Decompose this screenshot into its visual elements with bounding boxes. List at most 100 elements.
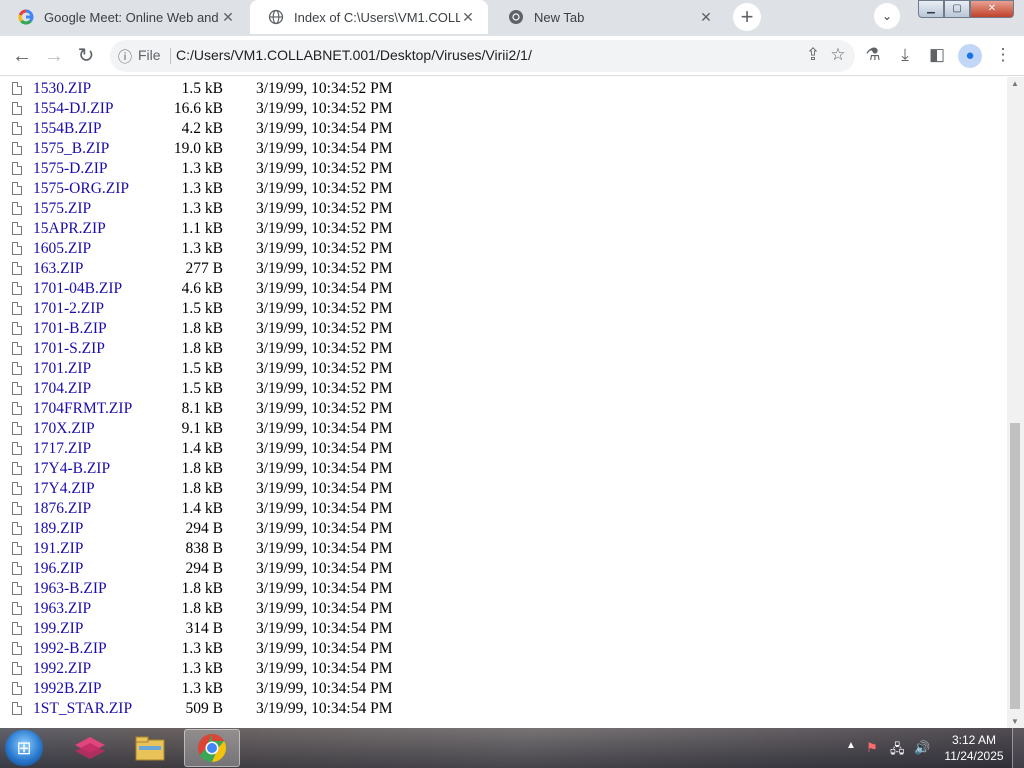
file-link[interactable]: 1992B.ZIP <box>33 680 101 698</box>
action-center-flag-icon[interactable]: ⚑ <box>866 740 878 756</box>
file-size: 294 B <box>185 560 223 577</box>
file-icon <box>12 422 22 435</box>
scroll-down-arrow-icon[interactable]: ▼ <box>1011 717 1019 726</box>
show-desktop-button[interactable] <box>1012 728 1024 768</box>
file-row: 170X.ZIP 9.1 kB 3/19/99, 10:34:54 PM <box>0 419 420 439</box>
system-clock[interactable]: 3:12 AM 11/24/2025 <box>940 732 1008 764</box>
file-row: 191.ZIP 838 B 3/19/99, 10:34:54 PM <box>0 539 420 559</box>
info-icon[interactable]: ⓘ <box>118 47 132 67</box>
file-size: 1.5 kB <box>181 300 223 317</box>
file-link[interactable]: 1575.ZIP <box>33 200 91 218</box>
file-date: 3/19/99, 10:34:52 PM <box>256 260 393 277</box>
file-link[interactable]: 163.ZIP <box>33 260 83 278</box>
file-row: 15APR.ZIP 1.1 kB 3/19/99, 10:34:52 PM <box>0 219 420 239</box>
start-button[interactable]: ⊞ <box>5 730 43 766</box>
file-link[interactable]: 170X.ZIP <box>33 420 95 438</box>
network-icon[interactable]: 🖧 <box>890 740 905 762</box>
file-link[interactable]: 1704.ZIP <box>33 380 91 398</box>
file-size: 1.5 kB <box>181 380 223 397</box>
minimize-button[interactable]: ▁ <box>918 0 944 18</box>
file-link[interactable]: 1992-B.ZIP <box>33 640 107 658</box>
file-size: 19.0 kB <box>173 140 223 157</box>
file-date: 3/19/99, 10:34:54 PM <box>256 280 393 297</box>
volume-icon[interactable]: 🔊 <box>914 740 930 756</box>
file-link[interactable]: 1554-DJ.ZIP <box>33 100 114 118</box>
show-hidden-icons-arrow-icon[interactable]: ▲ <box>846 740 856 751</box>
close-icon[interactable]: ✕ <box>460 9 476 25</box>
tab-google-meet[interactable]: Google Meet: Online Web and V ✕ <box>0 0 248 34</box>
file-row: 1876.ZIP 1.4 kB 3/19/99, 10:34:54 PM <box>0 499 420 519</box>
menu-kebab-icon[interactable]: ⋮ <box>992 45 1014 65</box>
tab-index-listing[interactable]: Index of C:\Users\VM1.COLLABN ✕ <box>250 0 488 34</box>
file-link[interactable]: 15APR.ZIP <box>33 220 106 238</box>
file-link[interactable]: 1963-B.ZIP <box>33 580 107 598</box>
file-row: 189.ZIP 294 B 3/19/99, 10:34:54 PM <box>0 519 420 539</box>
scroll-up-arrow-icon[interactable]: ▲ <box>1011 79 1019 88</box>
file-size: 1.8 kB <box>181 460 223 477</box>
file-link[interactable]: 1575-D.ZIP <box>33 160 107 178</box>
file-link[interactable]: 1701.ZIP <box>33 360 91 378</box>
file-link[interactable]: 1575_B.ZIP <box>33 140 109 158</box>
url-text[interactable]: C:/Users/VM1.COLLABNET.001/Desktop/Virus… <box>176 47 532 63</box>
file-link[interactable]: 1701-B.ZIP <box>33 320 107 338</box>
forward-arrow-icon[interactable]: → <box>40 42 68 70</box>
file-row: 199.ZIP 314 B 3/19/99, 10:34:54 PM <box>0 619 420 639</box>
file-link[interactable]: 1701-S.ZIP <box>33 340 105 358</box>
side-panel-icon[interactable]: ◧ <box>926 45 948 65</box>
file-row: 196.ZIP 294 B 3/19/99, 10:34:54 PM <box>0 559 420 579</box>
file-link[interactable]: 191.ZIP <box>33 540 83 558</box>
scrollbar-thumb[interactable] <box>1010 423 1020 709</box>
file-size: 1.4 kB <box>181 440 223 457</box>
file-row: 1701-04B.ZIP 4.6 kB 3/19/99, 10:34:54 PM <box>0 279 420 299</box>
share-icon[interactable]: ⇪ <box>802 45 824 65</box>
file-size: 9.1 kB <box>181 420 223 437</box>
taskbar-chrome[interactable] <box>184 729 240 767</box>
close-icon[interactable]: ✕ <box>220 9 236 25</box>
download-icon[interactable]: ⤓ <box>894 45 916 65</box>
file-link[interactable]: 1704FRMT.ZIP <box>33 400 132 418</box>
vertical-scrollbar[interactable]: ▲ ▼ <box>1007 77 1024 728</box>
file-link[interactable]: 196.ZIP <box>33 560 83 578</box>
file-link[interactable]: 1ST_STAR.ZIP <box>33 700 132 718</box>
close-window-button[interactable]: ✕ <box>970 0 1014 18</box>
file-date: 3/19/99, 10:34:52 PM <box>256 320 393 337</box>
file-icon <box>12 482 22 495</box>
file-row: 1704.ZIP 1.5 kB 3/19/99, 10:34:52 PM <box>0 379 420 399</box>
close-icon[interactable]: ✕ <box>698 9 714 25</box>
file-link[interactable]: 1530.ZIP <box>33 80 91 98</box>
new-tab-button[interactable]: + <box>733 3 761 31</box>
taskbar-file-explorer[interactable] <box>122 729 178 767</box>
file-date: 3/19/99, 10:34:52 PM <box>256 300 393 317</box>
file-row: 1530.ZIP 1.5 kB 3/19/99, 10:34:52 PM <box>0 79 420 99</box>
file-icon <box>12 682 22 695</box>
file-link[interactable]: 199.ZIP <box>33 620 83 638</box>
file-link[interactable]: 1575-ORG.ZIP <box>33 180 129 198</box>
file-link[interactable]: 1701-04B.ZIP <box>33 280 122 298</box>
file-link[interactable]: 1717.ZIP <box>33 440 91 458</box>
file-size: 294 B <box>185 520 223 537</box>
back-arrow-icon[interactable]: ← <box>8 42 36 70</box>
file-date: 3/19/99, 10:34:54 PM <box>256 120 393 137</box>
file-link[interactable]: 1605.ZIP <box>33 240 91 258</box>
tab-search-button[interactable]: ⌄ <box>874 3 900 29</box>
bookmark-star-icon[interactable]: ☆ <box>827 45 849 65</box>
file-link[interactable]: 1992.ZIP <box>33 660 91 678</box>
file-link[interactable]: 1554B.ZIP <box>33 120 101 138</box>
file-date: 3/19/99, 10:34:54 PM <box>256 700 393 717</box>
tab-title: Google Meet: Online Web and V <box>44 9 220 25</box>
reload-icon[interactable]: ↻ <box>72 42 100 70</box>
file-icon <box>12 522 22 535</box>
maximize-button[interactable]: ▢ <box>944 0 970 18</box>
tab-new-tab[interactable]: New Tab ✕ <box>490 0 726 34</box>
file-link[interactable]: 17Y4-B.ZIP <box>33 460 110 478</box>
file-link[interactable]: 1701-2.ZIP <box>33 300 104 318</box>
profile-avatar-icon[interactable]: ● <box>958 44 982 68</box>
file-link[interactable]: 1963.ZIP <box>33 600 91 618</box>
address-bar[interactable]: ⓘ File C:/Users/VM1.COLLABNET.001/Deskto… <box>110 40 855 72</box>
file-link[interactable]: 1876.ZIP <box>33 500 91 518</box>
file-link[interactable]: 17Y4.ZIP <box>33 480 95 498</box>
file-icon <box>12 562 22 575</box>
taskbar-app-stack[interactable] <box>62 729 118 767</box>
labs-flask-icon[interactable]: ⚗ <box>862 45 884 65</box>
file-link[interactable]: 189.ZIP <box>33 520 83 538</box>
